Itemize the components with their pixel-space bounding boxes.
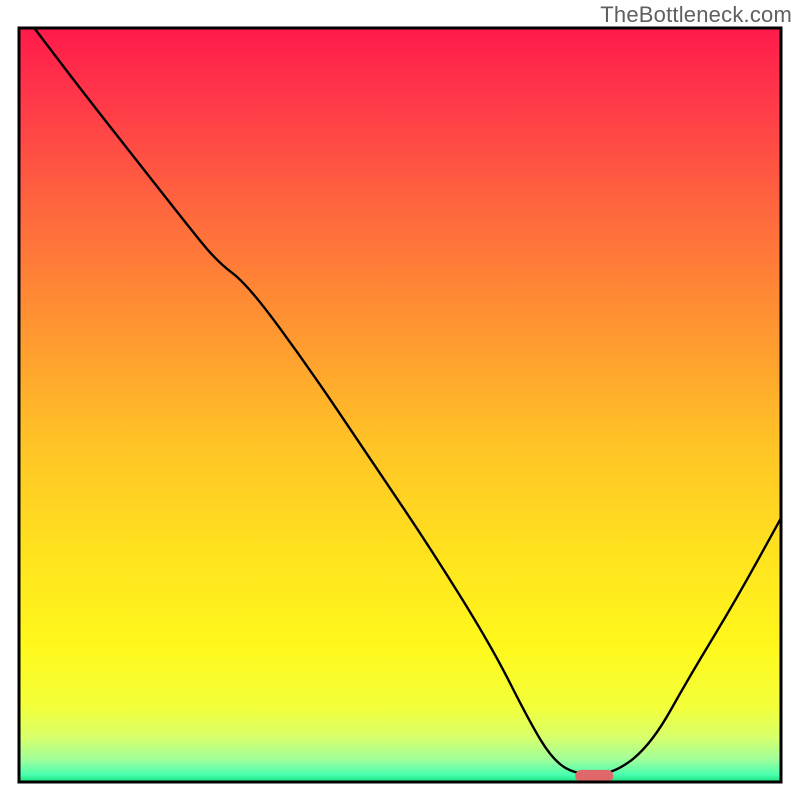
bottleneck-chart (0, 0, 800, 800)
chart-container: { "watermark": "TheBottleneck.com", "cha… (0, 0, 800, 800)
